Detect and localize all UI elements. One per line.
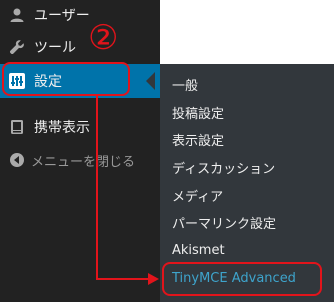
highlight-box-tinymce [162,262,322,296]
highlight-box-settings [2,62,130,96]
callout-arrow [96,96,159,285]
step-number-marker: ② [88,18,119,58]
